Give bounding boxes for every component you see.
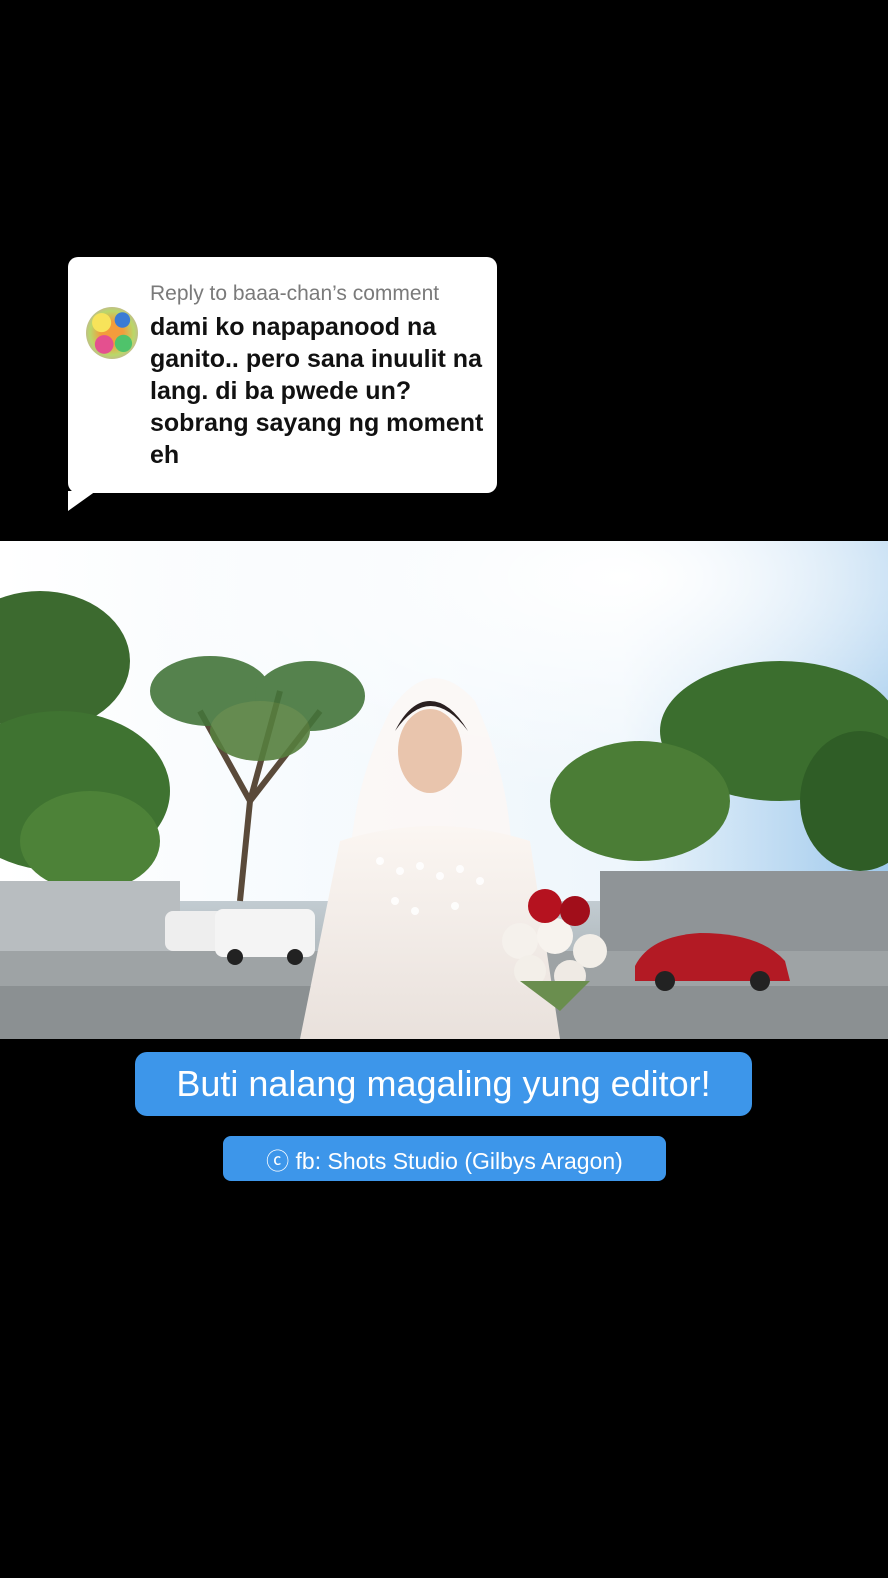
reply-comment-bubble[interactable]: Reply to baaa-chan’s comment dami ko nap… [68,257,497,493]
credit-text: ⓒ fb: Shots Studio (Gilbys Aragon) [223,1136,666,1181]
video-frame[interactable] [0,541,888,1039]
reply-bubble-tail [68,491,96,511]
reply-header: Reply to baaa-chan’s comment [150,282,440,305]
caption-text: Buti nalang magaling yung editor! [135,1052,752,1116]
commenter-avatar[interactable] [86,307,138,359]
video-scene [0,541,888,1039]
reply-comment-text: dami ko napapanood na ganito.. pero sana… [150,313,484,469]
